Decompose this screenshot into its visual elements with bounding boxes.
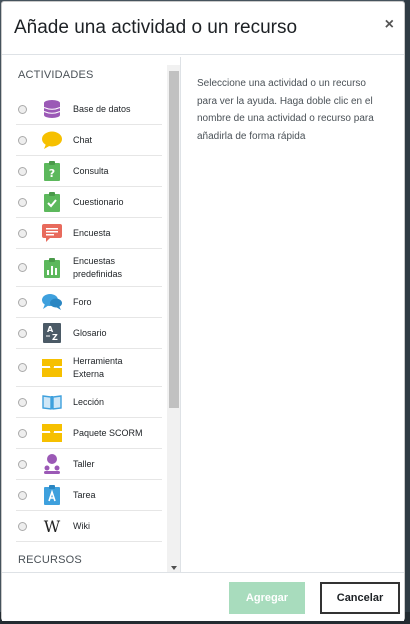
option-radio[interactable] — [18, 328, 27, 338]
option-base-de-datos[interactable]: Base de datos — [16, 94, 162, 125]
wiki-icon: W — [41, 515, 63, 537]
option-radio[interactable] — [18, 166, 27, 176]
scroll-down-arrow-icon[interactable] — [171, 566, 177, 570]
option-label: Lección — [73, 396, 105, 407]
option-label: Chat — [73, 134, 93, 145]
option-radio[interactable] — [18, 263, 27, 272]
scorm-package-icon — [41, 422, 63, 444]
option-radio[interactable] — [18, 521, 27, 531]
scrollbar-thumb[interactable] — [169, 71, 179, 408]
cancel-button[interactable]: Cancelar — [320, 582, 400, 614]
help-text: Seleccione una actividad o un recurso pa… — [197, 78, 374, 142]
option-label: Encuestas predefinidas — [73, 255, 123, 279]
svg-text:?: ? — [49, 167, 55, 180]
option-label: Herramienta Externa — [73, 355, 123, 379]
option-consulta[interactable]: ? Consulta — [16, 156, 162, 187]
puzzle-icon — [41, 357, 63, 379]
option-foro[interactable]: Foro — [16, 287, 162, 318]
database-icon — [41, 98, 63, 120]
option-radio[interactable] — [18, 397, 27, 407]
option-label: Paquete SCORM — [73, 427, 143, 438]
option-label: Taller — [73, 458, 95, 469]
options-list: ACTIVIDADES Base de datos Chat ? Consult… — [2, 57, 181, 572]
option-radio[interactable] — [18, 104, 27, 114]
forum-icon — [41, 291, 63, 313]
assignment-icon — [41, 484, 63, 506]
dialog-title: Añade una actividad o un recurso — [14, 17, 298, 38]
chat-bubble-icon — [41, 129, 63, 151]
survey-icon — [41, 222, 63, 244]
option-wiki[interactable]: W Wiki — [16, 511, 162, 542]
svg-text:W: W — [44, 518, 61, 534]
option-cuestionario[interactable]: Cuestionario — [16, 187, 162, 218]
option-taller[interactable]: Taller — [16, 449, 162, 480]
option-tarea[interactable]: Tarea — [16, 480, 162, 511]
option-herramienta-externa[interactable]: Herramienta Externa — [16, 349, 162, 387]
option-leccion[interactable]: Lección — [16, 387, 162, 418]
dialog-body: ACTIVIDADES Base de datos Chat ? Consult… — [2, 57, 404, 572]
options-scrollbar[interactable] — [167, 65, 180, 572]
glossary-icon: AZ — [41, 322, 63, 344]
add-button[interactable]: Agregar — [229, 582, 305, 614]
option-label: Wiki — [73, 520, 90, 531]
option-radio[interactable] — [18, 459, 27, 469]
option-label: Consulta — [73, 165, 109, 176]
option-radio[interactable] — [18, 490, 27, 500]
option-label: Cuestionario — [73, 196, 124, 207]
option-radio[interactable] — [18, 228, 27, 238]
option-radio[interactable] — [18, 428, 27, 438]
option-radio[interactable] — [18, 197, 27, 207]
predefined-survey-icon — [41, 257, 63, 279]
activity-chooser-dialog: Añade una actividad o un recurso × ACTIV… — [1, 1, 405, 621]
option-label: Base de datos — [73, 103, 131, 114]
activities-heading: ACTIVIDADES — [18, 69, 94, 81]
option-glosario[interactable]: AZ Glosario — [16, 318, 162, 349]
poll-icon: ? — [41, 160, 63, 182]
option-paquete-scorm[interactable]: Paquete SCORM — [16, 418, 162, 449]
option-label: Foro — [73, 296, 92, 307]
option-encuesta[interactable]: Encuesta — [16, 218, 162, 249]
lesson-book-icon — [41, 391, 63, 413]
option-radio[interactable] — [18, 297, 27, 307]
svg-text:Z: Z — [52, 333, 58, 342]
option-label: Encuesta — [73, 227, 111, 238]
workshop-icon — [41, 453, 63, 475]
dialog-header: Añade una actividad o un recurso × — [2, 2, 404, 55]
option-radio[interactable] — [18, 135, 27, 145]
help-panel: Seleccione una actividad o un recurso pa… — [181, 57, 404, 572]
option-chat[interactable]: Chat — [16, 125, 162, 156]
option-label: Tarea — [73, 489, 96, 500]
close-icon[interactable]: × — [385, 16, 394, 34]
option-encuestas-predefinidas[interactable]: Encuestas predefinidas — [16, 249, 162, 287]
options-scroll-area[interactable]: ACTIVIDADES Base de datos Chat ? Consult… — [2, 57, 167, 572]
option-radio[interactable] — [18, 363, 27, 372]
dialog-footer: Agregar Cancelar — [2, 572, 404, 621]
quiz-icon — [41, 191, 63, 213]
resources-heading: RECURSOS — [18, 554, 82, 566]
option-label: Glosario — [73, 327, 107, 338]
